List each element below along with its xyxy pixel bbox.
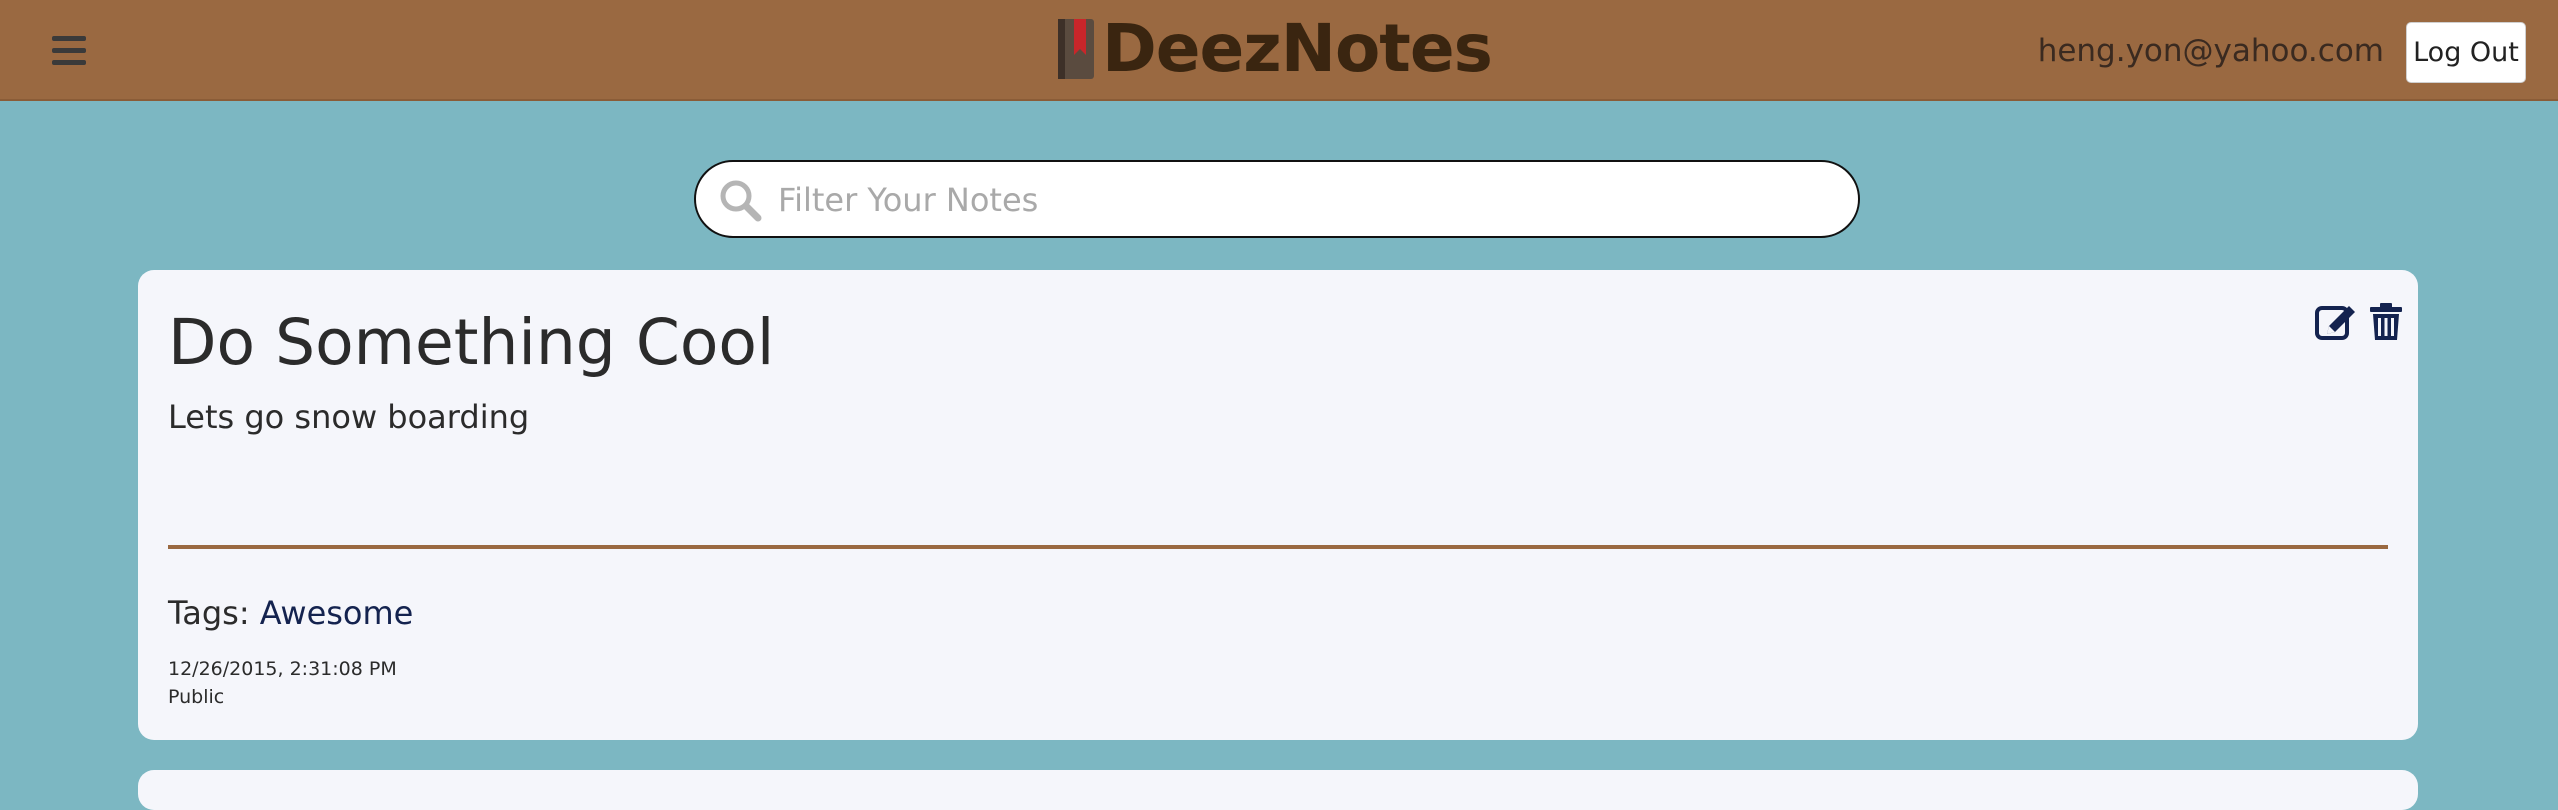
top-navbar: DeezNotes heng.yon@yahoo.com Log Out (0, 0, 2558, 101)
note-body: Lets go snow boarding (168, 398, 530, 436)
brand-name: DeezNotes (1102, 10, 1493, 87)
search-bar[interactable] (694, 160, 1860, 238)
note-title: Do Something Cool (168, 306, 775, 379)
search-icon (716, 176, 764, 224)
menu-bar (52, 60, 86, 65)
note-card: Do Something Cool Lets go snow boarding … (138, 270, 2418, 740)
note-card (138, 770, 2418, 810)
note-visibility: Public (168, 686, 225, 708)
search-input[interactable] (776, 170, 1840, 230)
hamburger-menu-icon[interactable] (52, 36, 86, 66)
note-timestamp: 12/26/2015, 2:31:08 PM (168, 658, 397, 680)
brand[interactable]: DeezNotes (1056, 6, 1493, 92)
user-email: heng.yon@yahoo.com (2037, 33, 2384, 69)
tag-link[interactable]: Awesome (260, 594, 414, 632)
logout-button[interactable]: Log Out (2406, 22, 2526, 83)
note-tags: Tags: Awesome (168, 594, 413, 632)
trash-icon[interactable] (2364, 300, 2408, 344)
notebook-icon (1056, 17, 1096, 81)
note-divider (168, 545, 2388, 549)
note-actions (2314, 300, 2408, 344)
tags-label: Tags: (168, 594, 250, 632)
menu-bar (52, 36, 86, 41)
menu-bar (52, 48, 86, 53)
edit-icon[interactable] (2314, 300, 2358, 344)
